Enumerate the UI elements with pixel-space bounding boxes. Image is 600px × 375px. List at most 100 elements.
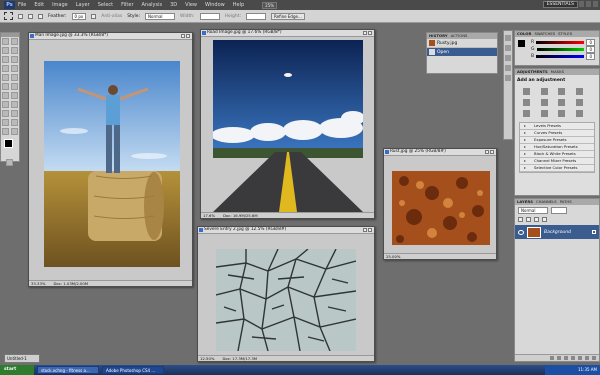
tab-layers[interactable]: LAYERS — [517, 199, 533, 205]
eyedropper-icon[interactable] — [11, 56, 18, 63]
menu-3d[interactable]: 3D — [170, 2, 177, 8]
doc-close-icon[interactable] — [368, 228, 372, 232]
tab-channels[interactable]: CHANNELS — [536, 199, 557, 205]
zoom-select[interactable]: 25% — [262, 1, 278, 9]
history-snapshot[interactable]: Rusty.jpg — [427, 39, 497, 48]
channel-b-slider[interactable] — [536, 55, 585, 58]
doc-close-icon[interactable] — [368, 31, 372, 35]
actions-dock-icon[interactable] — [505, 45, 511, 51]
minimized-document[interactable]: Untitled-1 — [4, 354, 40, 363]
doc-window-rust[interactable]: Rust.jpg @ 25% (RGB/8#) 25.00% — [383, 148, 497, 260]
brightness-icon[interactable] — [523, 88, 530, 95]
threshold-icon[interactable] — [558, 110, 565, 117]
lasso-icon[interactable] — [2, 47, 9, 54]
subtract-selection-icon[interactable] — [38, 13, 43, 19]
doc-titlebar[interactable]: Road Image.jpg @ 17.6% (RGB/8*) — [201, 30, 374, 37]
preset-curves[interactable]: Curves Presets — [520, 130, 594, 137]
gradient-map-icon[interactable] — [575, 110, 583, 117]
hand-icon[interactable] — [2, 128, 9, 135]
workspace-switcher[interactable]: ESSENTIALS — [542, 1, 578, 8]
doc-minimize-icon[interactable] — [363, 31, 367, 35]
maximize-icon[interactable] — [586, 1, 591, 7]
brush-icon[interactable] — [11, 65, 18, 72]
clone-dock-icon[interactable] — [505, 65, 511, 71]
healing-icon[interactable] — [2, 65, 9, 72]
doc-minimize-icon[interactable] — [485, 150, 489, 154]
doc-zoom-level[interactable]: 25.00% — [386, 254, 400, 259]
doc-window-cracks[interactable]: Severe Entry 2.jpg @ 12.5% (RGB/8#) 12.5… — [197, 226, 375, 362]
doc-window-road[interactable]: Road Image.jpg @ 17.6% (RGB/8*) 17.6% Doc… — [200, 29, 375, 219]
menu-analysis[interactable]: Analysis — [142, 2, 163, 8]
brush-dock-icon[interactable] — [505, 55, 511, 61]
taskbar-browser[interactable]: stock.xchng - fitness a... — [37, 366, 99, 374]
doc-window-man[interactable]: Man Image.jpg @ 33.3% (RGB/8*) 33.33% Doc… — [28, 32, 193, 287]
lock-position-icon[interactable] — [534, 217, 539, 222]
exposure-icon[interactable] — [575, 88, 583, 95]
black-white-icon[interactable] — [575, 99, 583, 106]
preset-levels[interactable]: Levels Presets — [520, 123, 594, 130]
layer-name[interactable]: Background — [544, 230, 571, 235]
eraser-icon[interactable] — [2, 83, 9, 90]
add-mask-icon[interactable] — [564, 356, 568, 360]
path-select-icon[interactable] — [2, 110, 9, 117]
tab-paths[interactable]: PATHS — [560, 199, 572, 205]
doc-titlebar[interactable]: Severe Entry 2.jpg @ 12.5% (RGB/8#) — [198, 227, 374, 234]
gradient-icon[interactable] — [11, 83, 18, 90]
link-layers-icon[interactable] — [550, 356, 554, 360]
layer-style-icon[interactable] — [557, 356, 561, 360]
opacity-input[interactable] — [551, 207, 567, 214]
lock-transparency-icon[interactable] — [518, 217, 523, 222]
start-button[interactable]: start — [0, 365, 34, 375]
posterize-icon[interactable] — [540, 110, 548, 117]
vibrance-icon[interactable] — [523, 99, 530, 106]
menu-file[interactable]: File — [18, 2, 26, 8]
doc-size[interactable]: Doc: 1.03M/2.00M — [53, 281, 88, 286]
taskbar-photoshop[interactable]: Adobe Photoshop CS4 ... — [102, 366, 164, 374]
hue-saturation-icon[interactable] — [540, 99, 548, 106]
quick-mask-icon[interactable] — [6, 159, 13, 166]
doc-zoom-level[interactable]: 17.6% — [203, 213, 215, 218]
doc-size[interactable]: Doc: 16.9M/25.6M — [223, 213, 258, 218]
preset-exposure[interactable]: Exposure Presets — [520, 137, 594, 144]
image-canvas-rust[interactable] — [392, 171, 490, 245]
new-layer-icon[interactable] — [585, 356, 589, 360]
doc-close-icon[interactable] — [490, 150, 494, 154]
menu-layer[interactable]: Layer — [76, 2, 90, 8]
lock-all-icon[interactable] — [542, 217, 547, 222]
preset-hue-saturation[interactable]: Hue/Saturation Presets — [520, 144, 594, 151]
menu-image[interactable]: Image — [52, 2, 68, 8]
add-selection-icon[interactable] — [28, 13, 33, 19]
menu-window[interactable]: Window — [205, 2, 225, 8]
antialias-checkbox[interactable] — [91, 13, 97, 19]
levels-icon[interactable] — [540, 88, 548, 95]
new-group-icon[interactable] — [578, 356, 582, 360]
lock-pixels-icon[interactable] — [526, 217, 531, 222]
delete-layer-icon[interactable] — [592, 356, 596, 360]
stamp-icon[interactable] — [2, 74, 9, 81]
3d-rotate-icon[interactable] — [2, 119, 9, 126]
visibility-eye-icon[interactable] — [518, 229, 524, 235]
tab-history[interactable]: HISTORY — [429, 33, 448, 39]
style-select[interactable]: Normal — [145, 12, 176, 20]
tab-styles[interactable]: STYLES — [558, 31, 572, 37]
doc-size[interactable]: Doc: 17.3M/17.3M — [222, 356, 257, 361]
tab-actions[interactable]: ACTIONS — [451, 33, 468, 39]
menu-view[interactable]: View — [185, 2, 197, 8]
channel-r-slider[interactable] — [536, 41, 585, 44]
image-canvas-man[interactable] — [44, 61, 180, 267]
invert-icon[interactable] — [523, 110, 530, 117]
minimize-icon[interactable] — [579, 1, 584, 7]
doc-titlebar[interactable]: Man Image.jpg @ 33.3% (RGB/8*) — [29, 33, 192, 40]
foreground-color-swatch[interactable] — [4, 139, 13, 148]
toolbox-grip[interactable] — [1, 33, 19, 37]
info-dock-icon[interactable] — [505, 75, 511, 81]
zoom-icon[interactable] — [11, 128, 18, 135]
height-input[interactable] — [246, 12, 267, 20]
crop-icon[interactable] — [2, 56, 9, 63]
doc-zoom-level[interactable]: 12.50% — [200, 356, 214, 361]
dodge-icon[interactable] — [11, 92, 18, 99]
tab-adjustments[interactable]: ADJUSTMENTS — [517, 69, 548, 75]
tab-swatches[interactable]: SWATCHES — [534, 31, 555, 37]
menu-select[interactable]: Select — [98, 2, 113, 8]
channel-g-value[interactable]: 0 — [586, 46, 595, 53]
